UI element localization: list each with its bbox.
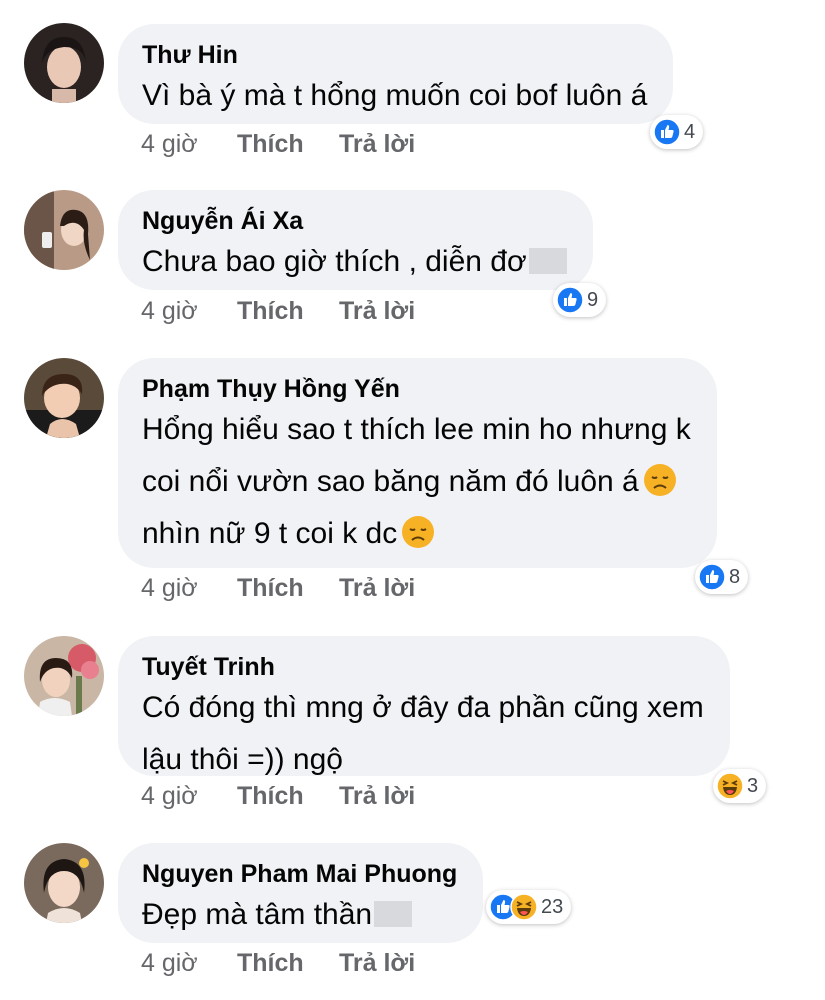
comment-actions: 4 giờ Thích Trả lời <box>141 130 415 159</box>
comment-text: Chưa bao giờ thích , diễn đơ <box>142 236 567 288</box>
comment-timestamp[interactable]: 4 giờ <box>141 130 237 159</box>
comment-bubble: Thư Hin Vì bà ý mà t hổng muốn coi bof l… <box>118 24 674 124</box>
reply-button[interactable]: Trả lời <box>339 130 415 159</box>
comment-line-text: nhìn nữ 9 t coi k dc <box>142 517 398 550</box>
comment-text: Vì bà ý mà t hổng muốn coi bof luôn á <box>142 70 647 122</box>
comment-line: Đẹp mà tâm thần <box>142 889 457 941</box>
avatar[interactable] <box>24 23 104 103</box>
comment-line: lậu thôi =)) ngộ <box>142 743 343 776</box>
comment-line: Có đóng thì mng ở đây đa phần cũng xem <box>142 691 704 724</box>
haha-icon <box>510 893 538 921</box>
comment-actions: 4 giờ Thích Trả lời <box>141 574 415 603</box>
comment-text: Đẹp mà tâm thần <box>142 889 457 941</box>
avatar[interactable] <box>24 636 104 716</box>
censor-block <box>374 901 413 927</box>
comment-text: Có đóng thì mng ở đây đa phần cũng xem l… <box>142 682 704 786</box>
comment-line: nhìn nữ 9 t coi k dc <box>142 508 691 560</box>
reaction-count: 8 <box>729 565 741 588</box>
comment-author[interactable]: Tuyết Trinh <box>142 652 704 682</box>
comment-line: Hổng hiểu sao t thích lee min ho nhưng k <box>142 413 691 446</box>
like-icon <box>653 118 681 146</box>
comment-bubble: Tuyết Trinh Có đóng thì mng ở đây đa phầ… <box>118 636 730 776</box>
comment-timestamp[interactable]: 4 giờ <box>141 574 237 603</box>
comment-timestamp[interactable]: 4 giờ <box>141 949 237 978</box>
censor-block <box>528 248 567 274</box>
comment-timestamp[interactable]: 4 giờ <box>141 297 237 326</box>
haha-icon <box>716 772 744 800</box>
avatar[interactable] <box>24 358 104 438</box>
comment-line-text: coi nổi vườn sao băng năm đó luôn á <box>142 465 639 498</box>
avatar[interactable] <box>24 190 104 270</box>
like-icon <box>698 563 726 591</box>
reaction-summary[interactable]: 4 <box>650 115 704 149</box>
like-button[interactable]: Thích <box>237 949 339 978</box>
comment-line: coi nổi vườn sao băng năm đó luôn á <box>142 456 691 508</box>
comment-bubble: Nguyễn Ái Xa Chưa bao giờ thích , diễn đ… <box>118 190 593 290</box>
disappointed-emoji-icon <box>402 516 435 548</box>
like-icon <box>556 286 584 314</box>
comment-line: Chưa bao giờ thích , diễn đơ <box>142 236 567 288</box>
comment-actions: 4 giờ Thích Trả lời <box>141 782 415 811</box>
reaction-summary[interactable]: 23 <box>486 890 572 924</box>
comment-actions: 4 giờ Thích Trả lời <box>141 297 415 326</box>
reply-button[interactable]: Trả lời <box>339 949 415 978</box>
avatar[interactable] <box>24 843 104 923</box>
comment-author[interactable]: Phạm Thụy Hồng Yến <box>142 374 691 404</box>
comment-line: Vì bà ý mà t hổng muốn coi bof luôn á <box>142 79 648 112</box>
like-button[interactable]: Thích <box>237 574 339 603</box>
comment-line-text: Đẹp mà tâm thần <box>142 898 373 931</box>
reply-button[interactable]: Trả lời <box>339 297 415 326</box>
reaction-summary[interactable]: 3 <box>713 769 767 803</box>
comment-author[interactable]: Nguyen Pham Mai Phuong <box>142 859 457 889</box>
like-button[interactable]: Thích <box>237 130 339 159</box>
reaction-summary[interactable]: 9 <box>553 283 607 317</box>
reaction-count: 9 <box>587 288 599 311</box>
reaction-summary[interactable]: 8 <box>695 560 749 594</box>
like-button[interactable]: Thích <box>237 782 339 811</box>
comment-text: Hổng hiểu sao t thích lee min ho nhưng k… <box>142 404 691 560</box>
like-button[interactable]: Thích <box>237 297 339 326</box>
comment-actions: 4 giờ Thích Trả lời <box>141 949 415 978</box>
comment-author[interactable]: Thư Hin <box>142 40 647 70</box>
reaction-count: 4 <box>684 120 696 143</box>
comment-author[interactable]: Nguyễn Ái Xa <box>142 206 567 236</box>
reaction-count: 23 <box>541 895 564 918</box>
comment-bubble: Nguyen Pham Mai Phuong Đẹp mà tâm thần <box>118 843 484 943</box>
reaction-count: 3 <box>747 774 759 797</box>
comment-bubble: Phạm Thụy Hồng Yến Hổng hiểu sao t thích… <box>118 358 717 568</box>
disappointed-emoji-icon <box>643 464 676 496</box>
comment-timestamp[interactable]: 4 giờ <box>141 782 237 811</box>
reply-button[interactable]: Trả lời <box>339 574 415 603</box>
comment-line-text: Chưa bao giờ thích , diễn đơ <box>142 245 527 278</box>
reply-button[interactable]: Trả lời <box>339 782 415 811</box>
